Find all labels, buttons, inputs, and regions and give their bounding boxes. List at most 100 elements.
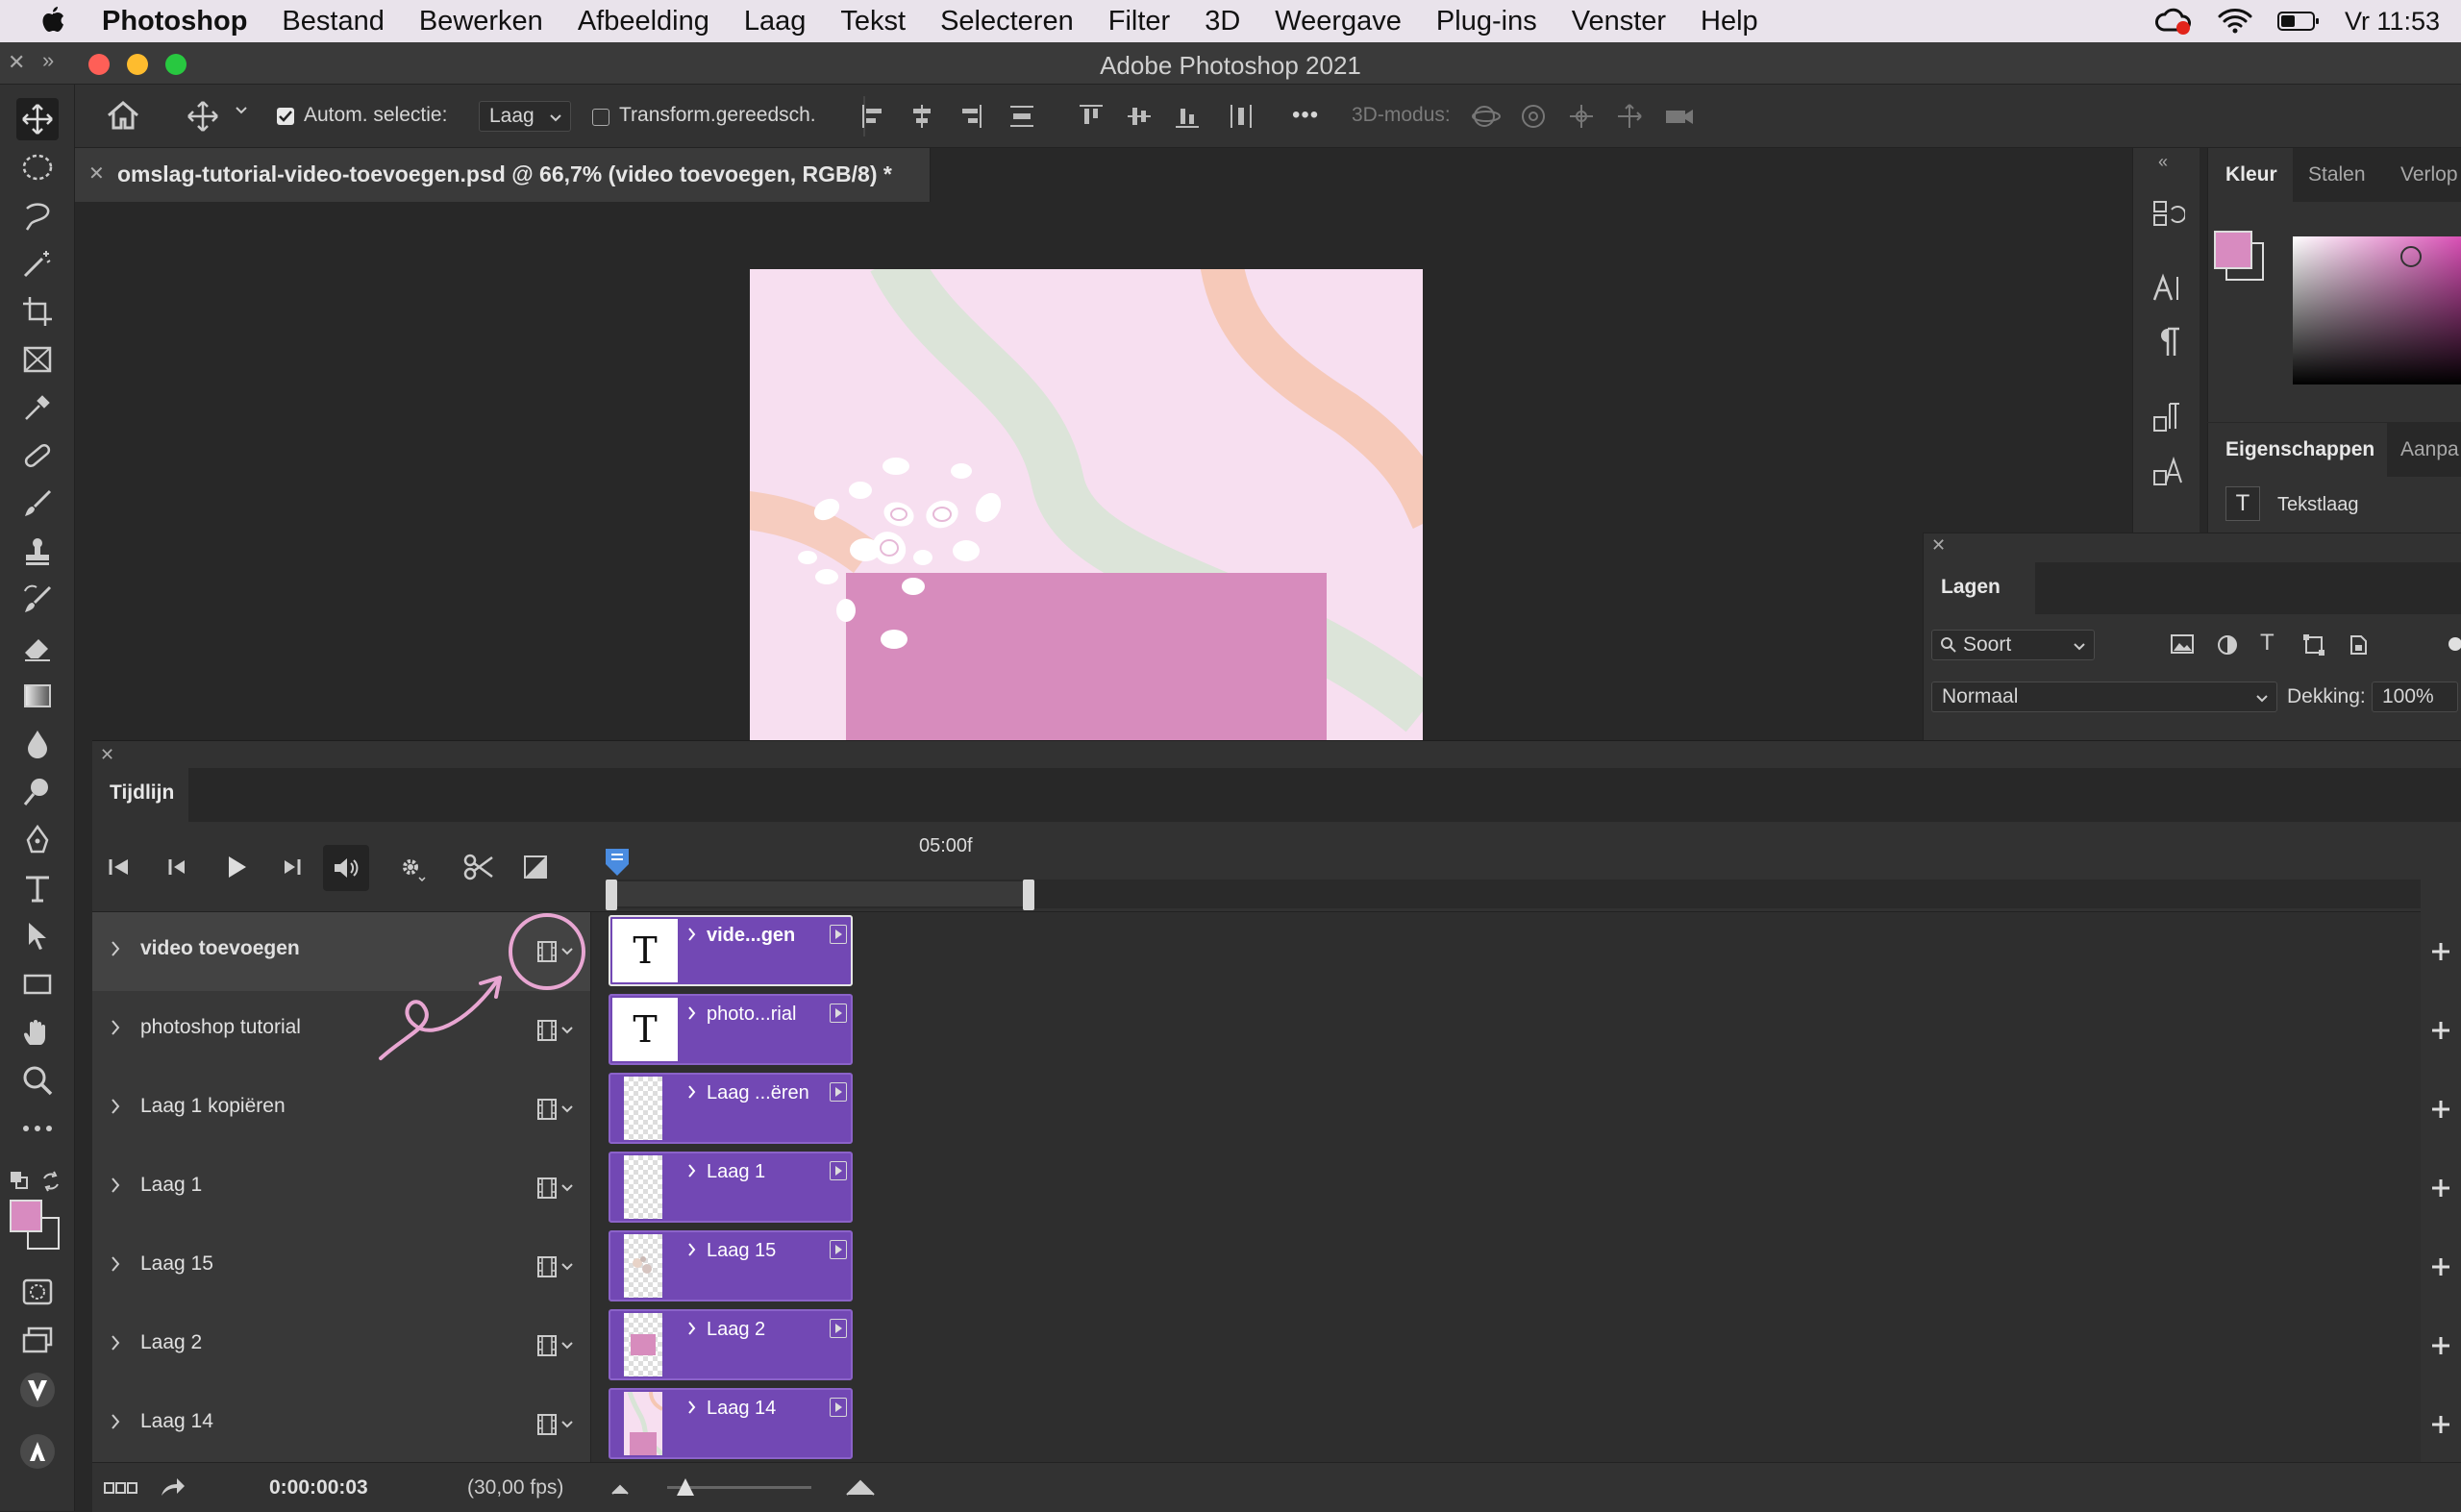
distribute-horizontal-icon[interactable]: [1227, 102, 1255, 131]
tab-stalen[interactable]: Stalen: [2308, 148, 2366, 202]
menu-bestand[interactable]: Bestand: [264, 6, 401, 37]
history-brush-tool-icon[interactable]: [16, 579, 59, 621]
timeline-track[interactable]: Laag 1: [591, 1149, 2421, 1227]
expand-chevron-icon[interactable]: [110, 1176, 121, 1195]
wifi-icon[interactable]: [2218, 8, 2252, 35]
timeline-clip[interactable]: Laag 15: [609, 1230, 853, 1301]
plugin-v-icon[interactable]: [16, 1369, 59, 1411]
playback-settings-gear-icon[interactable]: [398, 855, 427, 881]
align-top-edges-icon[interactable]: [1077, 102, 1106, 131]
video-film-icon[interactable]: [536, 1254, 575, 1279]
tool-preset-chevron-icon[interactable]: [235, 106, 248, 115]
path-selection-tool-icon[interactable]: [16, 915, 59, 957]
hand-tool-icon[interactable]: [16, 1011, 59, 1053]
add-media-plus-icon[interactable]: [2421, 1070, 2461, 1149]
paragraph-panel-icon[interactable]: [2150, 325, 2185, 359]
document-tab[interactable]: ✕ omslag-tutorial-video-toevoegen.psd @ …: [75, 148, 931, 202]
creative-cloud-icon[interactable]: [2154, 7, 2193, 36]
clip-options-icon[interactable]: [830, 1161, 847, 1180]
type-tool-icon[interactable]: [16, 867, 59, 909]
menu-venster[interactable]: Venster: [1554, 6, 1683, 37]
timeline-clip[interactable]: T vide...gen: [609, 915, 853, 986]
auto-select-checkbox[interactable]: [277, 108, 294, 125]
work-area-start-handle[interactable]: [606, 880, 617, 910]
3d-camera-icon[interactable]: [1663, 102, 1696, 131]
close-panel-icon[interactable]: ✕: [8, 50, 25, 75]
gradient-tool-icon[interactable]: [16, 675, 59, 717]
add-media-plus-icon[interactable]: [2421, 1385, 2461, 1464]
auto-select-target-dropdown[interactable]: Laag: [479, 101, 571, 132]
timeline-clip[interactable]: T photo...rial: [609, 994, 853, 1065]
menu-laag[interactable]: Laag: [727, 6, 824, 37]
expand-chevron-icon[interactable]: [110, 1254, 121, 1274]
menu-afbeelding[interactable]: Afbeelding: [560, 6, 727, 37]
timeline-track[interactable]: Laag ...ëren: [591, 1070, 2421, 1149]
timeline-ruler[interactable]: 05:00f: [606, 822, 2421, 912]
eraser-tool-icon[interactable]: [16, 627, 59, 669]
align-left-edges-icon[interactable]: [859, 102, 888, 131]
menu-plugins[interactable]: Plug-ins: [1419, 6, 1554, 37]
menu-tekst[interactable]: Tekst: [823, 6, 923, 37]
foreground-color-chip[interactable]: [2214, 231, 2252, 269]
clip-options-icon[interactable]: [830, 925, 847, 944]
clip-expand-chevron-icon[interactable]: [687, 1084, 697, 1100]
timeline-track[interactable]: Laag 14: [591, 1385, 2421, 1464]
zoom-tool-icon[interactable]: [16, 1059, 59, 1102]
collapse-toolbar-icon[interactable]: »: [42, 48, 54, 73]
split-at-playhead-scissors-icon[interactable]: [463, 853, 494, 881]
collapse-panels-icon[interactable]: «: [2158, 152, 2168, 172]
marquee-tool-icon[interactable]: [16, 146, 59, 188]
add-media-plus-icon[interactable]: [2421, 1149, 2461, 1227]
clip-options-icon[interactable]: [830, 1240, 847, 1259]
tab-kleur[interactable]: Kleur: [2208, 148, 2293, 202]
zoom-in-timeline-icon[interactable]: [844, 1476, 877, 1498]
expand-chevron-icon[interactable]: [110, 939, 121, 958]
align-vertical-centers-icon[interactable]: [1125, 102, 1154, 131]
add-media-plus-icon[interactable]: [2421, 1227, 2461, 1306]
expand-chevron-icon[interactable]: [110, 1018, 121, 1037]
clip-expand-chevron-icon[interactable]: [687, 1321, 697, 1336]
home-icon[interactable]: [106, 100, 140, 131]
clip-expand-chevron-icon[interactable]: [687, 1005, 697, 1021]
play-icon[interactable]: [225, 855, 248, 880]
timeline-layer-header[interactable]: Laag 14: [92, 1385, 591, 1464]
timeline-layer-header[interactable]: Laag 15: [92, 1227, 591, 1306]
quick-mask-icon[interactable]: [16, 1271, 59, 1313]
screen-mode-icon[interactable]: [16, 1319, 59, 1361]
rectangle-tool-icon[interactable]: [16, 963, 59, 1005]
magic-wand-tool-icon[interactable]: [16, 242, 59, 285]
audio-toggle-button[interactable]: [323, 845, 369, 891]
video-film-icon[interactable]: [536, 1018, 575, 1043]
distribute-vertical-icon[interactable]: [1007, 102, 1036, 131]
character-panel-icon[interactable]: [2150, 271, 2185, 306]
eyedropper-tool-icon[interactable]: [16, 386, 59, 429]
history-panel-icon[interactable]: [2150, 196, 2185, 231]
clip-options-icon[interactable]: [830, 1398, 847, 1417]
default-colors-icon[interactable]: [10, 1171, 29, 1190]
menu-photoshop[interactable]: Photoshop: [102, 6, 264, 37]
timeline-layer-header[interactable]: photoshop tutorial: [92, 976, 591, 1070]
menu-help[interactable]: Help: [1683, 6, 1776, 37]
menu-selecteren[interactable]: Selecteren: [923, 6, 1091, 37]
clip-expand-chevron-icon[interactable]: [687, 1163, 697, 1178]
clip-expand-chevron-icon[interactable]: [687, 1242, 697, 1257]
video-film-icon[interactable]: [536, 1333, 575, 1358]
move-tool-icon[interactable]: [16, 98, 59, 140]
work-area-end-handle[interactable]: [1023, 880, 1034, 910]
add-media-plus-icon[interactable]: [2421, 1306, 2461, 1385]
align-bottom-edges-icon[interactable]: [1173, 102, 1202, 131]
opacity-field[interactable]: 100%: [2372, 682, 2458, 712]
move-tool-preset-icon[interactable]: [186, 100, 219, 133]
playhead-handle-icon[interactable]: [604, 847, 631, 878]
clip-options-icon[interactable]: [830, 1082, 847, 1102]
expand-chevron-icon[interactable]: [110, 1333, 121, 1352]
blur-tool-icon[interactable]: [16, 723, 59, 765]
3d-roll-icon[interactable]: [1519, 102, 1548, 131]
timeline-clip[interactable]: Laag ...ëren: [609, 1073, 853, 1144]
menu-bewerken[interactable]: Bewerken: [402, 6, 560, 37]
current-time-display[interactable]: 0:00:00:03: [269, 1476, 368, 1500]
close-layers-panel-icon[interactable]: ✕: [1931, 535, 1946, 556]
timeline-layer-header[interactable]: Laag 2: [92, 1306, 591, 1385]
video-film-icon[interactable]: [536, 1097, 575, 1122]
crop-tool-icon[interactable]: [16, 290, 59, 333]
